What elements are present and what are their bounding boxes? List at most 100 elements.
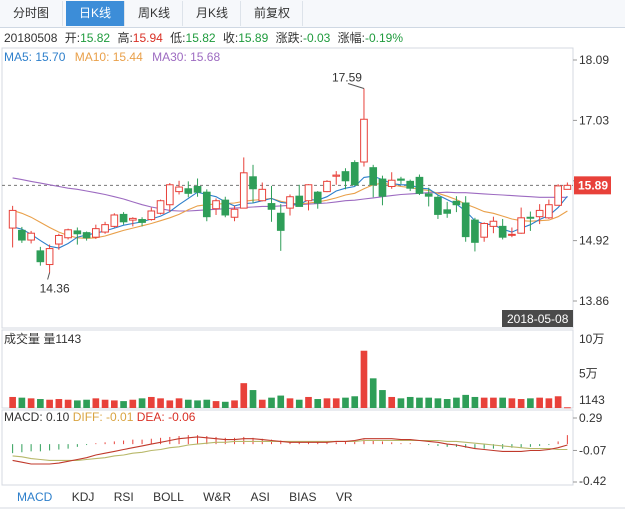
volume-bar bbox=[443, 399, 451, 408]
volume-bar bbox=[554, 396, 562, 408]
candle bbox=[147, 207, 156, 221]
volume-bar bbox=[212, 401, 220, 408]
candle-body bbox=[82, 232, 91, 239]
volume-bar bbox=[101, 399, 109, 408]
candle-body bbox=[526, 216, 535, 219]
volume-bar bbox=[110, 400, 118, 408]
candle bbox=[45, 244, 54, 273]
candle bbox=[480, 222, 488, 242]
volume-bar bbox=[295, 399, 303, 408]
candle-body bbox=[341, 171, 350, 182]
candle-body bbox=[184, 188, 193, 194]
volume-bar bbox=[388, 396, 396, 408]
candle-body bbox=[378, 178, 387, 197]
volume-panel-border bbox=[1, 329, 574, 409]
macd-histogram bbox=[12, 435, 568, 465]
candle-body bbox=[258, 188, 267, 202]
volume-bar bbox=[508, 398, 516, 408]
candle bbox=[295, 184, 304, 207]
volume-bar bbox=[564, 407, 571, 409]
candle bbox=[27, 230, 35, 244]
candle-body bbox=[461, 202, 470, 238]
candle-body bbox=[276, 212, 285, 231]
stock-chart[interactable]: 18.0917.0315.9714.9213.8617.5914.3615.89… bbox=[0, 0, 625, 513]
candle bbox=[82, 231, 91, 241]
candle bbox=[406, 179, 415, 192]
candle bbox=[119, 212, 128, 225]
candle-body bbox=[101, 224, 109, 233]
candle bbox=[202, 189, 211, 222]
volume-bar bbox=[453, 397, 460, 408]
candle bbox=[64, 228, 72, 240]
candle-body bbox=[193, 185, 202, 193]
candle-body bbox=[489, 220, 498, 227]
volume-bar bbox=[120, 401, 127, 408]
indicator-bias[interactable]: BIAS bbox=[289, 487, 316, 507]
candle-body bbox=[36, 250, 45, 263]
candle-body bbox=[424, 193, 433, 197]
candle-body bbox=[202, 191, 211, 218]
volume-bar bbox=[406, 396, 414, 408]
volume-bar bbox=[527, 398, 534, 408]
volume-bar bbox=[360, 350, 368, 408]
indicator-kdj[interactable]: KDJ bbox=[72, 487, 95, 507]
volume-bar bbox=[18, 397, 26, 408]
indicator-vr[interactable]: VR bbox=[336, 487, 353, 507]
candle-body bbox=[175, 186, 183, 193]
indicator-macd[interactable]: MACD bbox=[17, 487, 52, 507]
volume-bar bbox=[332, 398, 340, 408]
kline-y-tick: 13.86 bbox=[579, 294, 609, 308]
min-price-label: 14.36 bbox=[40, 282, 70, 296]
volume-bar bbox=[490, 397, 497, 408]
volume-bar bbox=[517, 399, 525, 408]
candle bbox=[341, 168, 350, 190]
candle-body bbox=[138, 219, 146, 223]
candle-body bbox=[73, 230, 82, 235]
candle-body bbox=[452, 200, 461, 206]
volume-bar bbox=[175, 398, 183, 408]
macd-y-tick: -0.07 bbox=[579, 443, 607, 457]
candle-body bbox=[64, 229, 72, 239]
candle-body bbox=[545, 204, 553, 219]
volume-bar bbox=[545, 398, 553, 408]
candle bbox=[8, 205, 17, 248]
indicator-rsi[interactable]: RSI bbox=[114, 487, 134, 507]
candle-body bbox=[221, 199, 230, 216]
candle bbox=[415, 174, 424, 196]
candle bbox=[258, 182, 267, 202]
candle bbox=[332, 171, 341, 185]
volume-bar bbox=[129, 399, 137, 408]
candle-body bbox=[110, 214, 119, 227]
candle-body bbox=[480, 223, 488, 238]
volume-bar bbox=[27, 398, 35, 408]
indicator-wr[interactable]: W&R bbox=[203, 487, 231, 507]
indicator-asi[interactable]: ASI bbox=[250, 487, 269, 507]
max-price-label: 17.59 bbox=[332, 70, 362, 84]
candlesticks bbox=[8, 88, 572, 273]
volume-bar bbox=[323, 398, 331, 408]
volume-bar bbox=[471, 396, 479, 408]
candle-body bbox=[471, 219, 479, 243]
candle bbox=[471, 217, 479, 252]
volume-title: 成交量 量1143 bbox=[4, 332, 82, 346]
volume-bars bbox=[9, 350, 571, 409]
candle-body bbox=[350, 162, 359, 186]
candle-body bbox=[165, 184, 174, 206]
kline-y-tick: 14.92 bbox=[579, 234, 609, 248]
candle bbox=[286, 194, 294, 216]
volume-bar bbox=[462, 394, 470, 408]
volume-bar bbox=[499, 397, 506, 408]
candle bbox=[489, 216, 498, 234]
macd-y-tick: 0.29 bbox=[579, 411, 603, 425]
volume-bar bbox=[46, 399, 53, 408]
volume-bar bbox=[83, 399, 90, 408]
candle bbox=[554, 184, 562, 206]
indicator-boll[interactable]: BOLL bbox=[153, 487, 184, 507]
volume-bar bbox=[314, 399, 322, 408]
candle-body bbox=[156, 200, 165, 214]
candle-body bbox=[369, 167, 378, 186]
candle bbox=[545, 199, 553, 219]
candle-body bbox=[554, 185, 562, 206]
kline-y-tick: 17.03 bbox=[579, 113, 609, 127]
volume-bar bbox=[277, 395, 285, 408]
